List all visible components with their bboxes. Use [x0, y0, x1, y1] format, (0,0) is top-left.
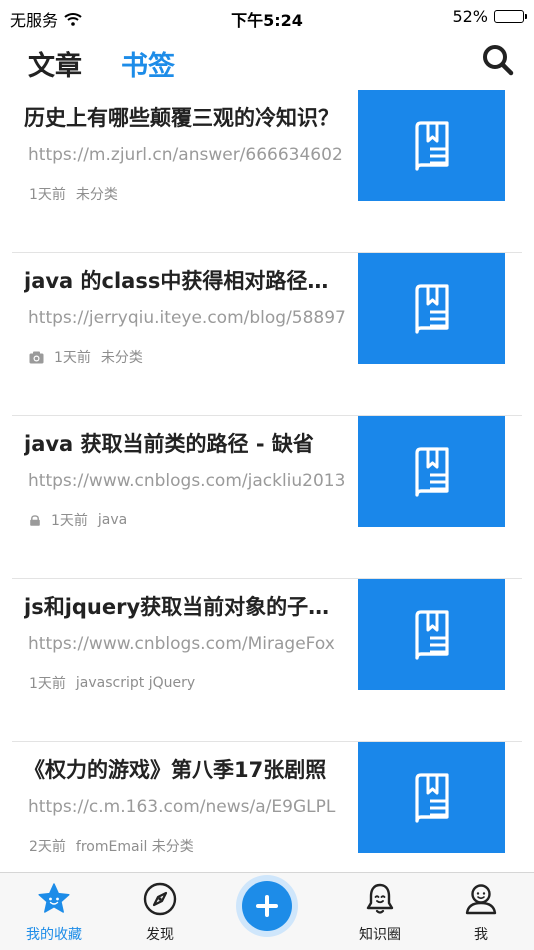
bookmark-tags: javascript jQuery — [75, 675, 196, 691]
bookmark-time: 1天前 — [29, 187, 66, 203]
search-button[interactable] — [480, 42, 516, 78]
status-bar: 无服务 下午5:24 52% — [0, 0, 534, 34]
tab-me[interactable]: 我 — [431, 873, 531, 950]
add-button-circle — [242, 881, 292, 931]
star-icon — [38, 883, 70, 913]
bookmark-item[interactable]: js和jquery获取当前对象的子元素 https://www.cnblogs.c… — [12, 579, 522, 742]
bookmark-tags: 未分类 — [75, 187, 118, 203]
bookmark-time: 1天前 — [54, 350, 91, 366]
bookmark-time: 2天前 — [29, 839, 66, 855]
bookmark-item[interactable]: java 获取当前类的路径 - 缺省 https://www.cnblogs.co… — [12, 416, 522, 579]
tab-knowledge-circle-label: 知识圈 — [359, 927, 401, 943]
bookmark-tags: fromEmail 未分类 — [75, 839, 194, 855]
bookmark-meta: 1天前 未分类 — [29, 347, 143, 367]
bookmark-book-icon — [414, 772, 449, 823]
bookmark-thumbnail[interactable] — [358, 253, 505, 364]
tab-my-collection[interactable]: 我的收藏 — [4, 873, 104, 950]
bookmark-meta: 1天前 javascript jQuery — [29, 673, 195, 693]
bell-icon — [366, 883, 394, 914]
tab-my-collection-label: 我的收藏 — [26, 927, 82, 943]
bookmark-thumbnail[interactable] — [358, 579, 505, 690]
bookmark-item[interactable]: java 的class中获得相对路径的方法 https://jerryqiu.it… — [12, 253, 522, 416]
bookmark-meta: 1天前 java — [29, 510, 127, 530]
bookmark-url: https://c.m.163.com/news/a/E9GLPL — [28, 797, 336, 817]
tab-articles[interactable]: 文章 — [28, 44, 82, 83]
user-icon — [465, 884, 497, 915]
tab-bookmarks[interactable]: 书签 — [121, 44, 175, 83]
tab-discover-label: 发现 — [146, 927, 174, 943]
bookmark-title: 历史上有哪些颠覆三观的冷知识？ — [24, 106, 339, 130]
bookmark-item[interactable]: 《权力的游戏》第八季17张剧照 https://c.m.163.com/news/… — [12, 742, 522, 872]
bookmark-meta: 1天前 未分类 — [29, 184, 118, 204]
bookmark-url: https://www.cnblogs.com/jackliu2013 — [28, 471, 346, 491]
bookmark-tags: java — [97, 512, 128, 528]
tab-discover[interactable]: 发现 — [110, 873, 210, 950]
tab-me-label: 我 — [474, 927, 488, 943]
bookmark-book-icon — [414, 446, 449, 497]
battery-status: 52% — [452, 7, 527, 26]
bookmark-thumbnail[interactable] — [358, 742, 505, 853]
bookmark-book-icon — [414, 283, 449, 334]
battery-icon — [494, 10, 527, 23]
bookmark-time: 1天前 — [51, 513, 88, 529]
bookmark-tags: 未分类 — [100, 350, 143, 366]
bookmark-thumbnail[interactable] — [358, 416, 505, 527]
camera-icon — [29, 351, 44, 363]
bookmark-book-icon — [414, 609, 449, 660]
tab-knowledge-circle[interactable]: 知识圈 — [330, 873, 430, 950]
bookmark-title: java 的class中获得相对路径的方法 — [24, 269, 346, 293]
add-bookmark-button[interactable] — [236, 875, 298, 937]
bookmark-book-icon — [414, 120, 449, 171]
bookmark-time: 1天前 — [29, 676, 66, 692]
bookmark-url: https://jerryqiu.iteye.com/blog/58897 — [28, 308, 346, 328]
lock-icon — [30, 514, 40, 526]
battery-percent: 52% — [452, 7, 488, 26]
bookmark-title: js和jquery获取当前对象的子元素 — [24, 595, 346, 619]
bookmark-list[interactable]: 历史上有哪些颠覆三观的冷知识？ https://m.zjurl.cn/answer… — [0, 90, 534, 872]
header: 文章 书签 — [0, 34, 534, 90]
plus-icon — [256, 895, 278, 917]
compass-icon — [143, 882, 177, 916]
bookmark-meta: 2天前 fromEmail 未分类 — [29, 836, 194, 856]
bookmark-title: java 获取当前类的路径 - 缺省 — [24, 432, 314, 456]
bookmark-title: 《权力的游戏》第八季17张剧照 — [24, 758, 327, 782]
bookmark-url: https://m.zjurl.cn/answer/666634602 — [28, 145, 343, 165]
bookmark-thumbnail[interactable] — [358, 90, 505, 201]
bookmark-item[interactable]: 历史上有哪些颠覆三观的冷知识？ https://m.zjurl.cn/answer… — [12, 90, 522, 253]
search-icon — [483, 45, 514, 76]
bookmark-url: https://www.cnblogs.com/MirageFox — [28, 634, 335, 654]
